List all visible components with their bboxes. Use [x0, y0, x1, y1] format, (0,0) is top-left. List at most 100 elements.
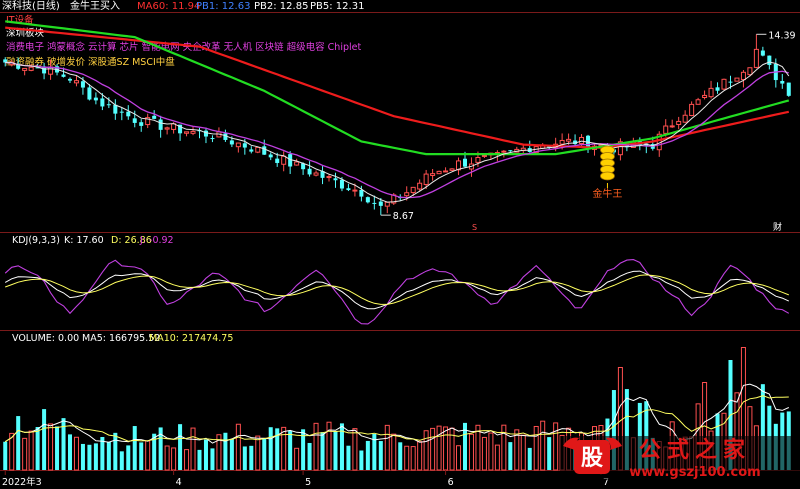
candle-body-up	[695, 99, 701, 105]
volume-bar-down	[42, 409, 47, 470]
candle-body-up	[475, 156, 481, 163]
volume-bar-down	[35, 427, 40, 470]
candle-body-up	[682, 114, 688, 123]
candle-body-down	[203, 130, 208, 137]
candle-body-up	[443, 170, 449, 173]
candle-body-up	[449, 168, 455, 171]
volume-bar-up	[391, 433, 397, 471]
volume-bar-up	[449, 427, 455, 471]
volume-bar-up	[410, 446, 416, 471]
candle-body-down	[106, 104, 111, 106]
x-tick-label: 4	[176, 477, 182, 488]
candle-body-down	[249, 149, 254, 152]
volume-bar-down	[320, 432, 325, 470]
candle-body-down	[359, 189, 364, 197]
candle-body-down	[333, 178, 338, 181]
tag-concepts: 消费电子 鸿蒙概念 云计算 芯片 智能电网 央企改革 无人机 区块链 超级电容 …	[6, 41, 361, 53]
volume-bar-up	[384, 424, 390, 471]
pb1-value: PB1: 12.63	[196, 1, 250, 12]
volume-bar-down	[139, 442, 144, 470]
candle-body-down	[372, 202, 377, 204]
volume-bar-up	[313, 422, 319, 471]
volume-bar-down	[119, 451, 124, 470]
pb5-value: PB5: 12.31	[310, 1, 364, 12]
volume-bar-up	[540, 420, 546, 471]
candle-body-up	[559, 139, 565, 145]
candle-body-up	[676, 120, 682, 125]
volume-bar-down	[106, 441, 111, 470]
ma60-value: MA60: 11.94	[137, 1, 200, 12]
high-price-label: 14.39	[768, 30, 795, 41]
candle-body-down	[229, 140, 234, 145]
volume-bar-up	[326, 421, 332, 471]
volume-ma10: MA10: 217474.75	[149, 333, 233, 344]
volume-header: VOLUME: 0.00 MA5: 166795.52 MA10: 217474…	[12, 333, 233, 344]
candle-body-up	[702, 94, 708, 98]
candle-body-down	[262, 146, 267, 155]
candle-body-up	[410, 186, 416, 194]
candle-body-down	[61, 74, 66, 77]
volume-bar-down	[229, 438, 234, 470]
kdj-j-line	[4, 259, 790, 325]
indicator-name[interactable]: 金牛王买入	[70, 0, 120, 12]
candle-body-down	[346, 188, 351, 191]
volume-bar-up	[145, 440, 151, 471]
candle-body-up	[753, 48, 759, 68]
volume-bar-up	[520, 434, 526, 471]
candle-body-down	[268, 154, 273, 158]
volume-bar-down	[242, 446, 247, 470]
candle-body-up	[430, 173, 436, 176]
candle-body-down	[87, 87, 92, 100]
candle-body-up	[294, 161, 300, 166]
volume-bar-up	[481, 436, 487, 471]
volume-bar-up	[294, 447, 300, 471]
volume-bar-down	[132, 426, 137, 470]
volume-bar-up	[423, 430, 429, 471]
volume-bar-down	[333, 430, 338, 470]
stock-title[interactable]: 深科技(日线)	[2, 0, 60, 12]
header-bar: 深科技(日线) 金牛王买入 MA60: 11.94 PB1: 12.63 PB2…	[2, 0, 364, 12]
volume-bar-up	[190, 427, 196, 471]
volume-bar-up	[430, 427, 436, 471]
event-marker-s: S	[472, 223, 477, 232]
candle-body-down	[126, 111, 131, 117]
volume-bar-up	[488, 432, 494, 471]
candle-body-up	[501, 150, 507, 153]
candle-body-up	[326, 176, 332, 179]
candle-body-up	[313, 172, 319, 176]
volume-bar-up	[443, 426, 449, 471]
volume-bar-up	[164, 445, 170, 471]
volume-bar-down	[547, 437, 552, 470]
x-tick-label: 2022年3	[2, 476, 42, 488]
candle-body-up	[747, 67, 753, 76]
volume-bar-up	[73, 436, 79, 471]
event-marker-cai: 财	[773, 221, 782, 233]
candle-body-up	[73, 80, 79, 84]
volume-bar-down	[16, 416, 21, 470]
volume-bar-down	[307, 442, 312, 470]
volume-bar-up	[22, 437, 28, 471]
volume-bar-down	[527, 447, 532, 470]
volume-bar-down	[346, 445, 351, 470]
candle-body-up	[740, 71, 746, 81]
volume-bar-down	[210, 448, 215, 470]
candle-body-down	[462, 158, 467, 167]
volume-bar-up	[171, 447, 177, 471]
volume-bar-down	[197, 449, 202, 470]
candle-body-up	[352, 189, 358, 192]
candle-body-up	[734, 77, 740, 82]
candle-body-up	[184, 131, 190, 134]
volume-bar-up	[281, 426, 287, 471]
candle-body-up	[436, 170, 442, 175]
candle-body-up	[417, 182, 423, 190]
x-axis: 2022年3 4 5 6 7	[2, 470, 609, 488]
volume-bar-up	[494, 444, 500, 471]
candle-body-up	[423, 173, 429, 185]
candle-body-down	[339, 179, 344, 189]
candle-body-down	[158, 119, 163, 130]
chart-canvas: 深科技(日线) 金牛王买入 MA60: 11.94 PB1: 12.63 PB2…	[0, 0, 800, 488]
candle-body-down	[93, 97, 98, 101]
kdj-j-value: J: -0.92	[139, 235, 174, 246]
volume-bar-down	[80, 443, 85, 470]
volume-title: VOLUME: 0.00	[12, 333, 79, 344]
